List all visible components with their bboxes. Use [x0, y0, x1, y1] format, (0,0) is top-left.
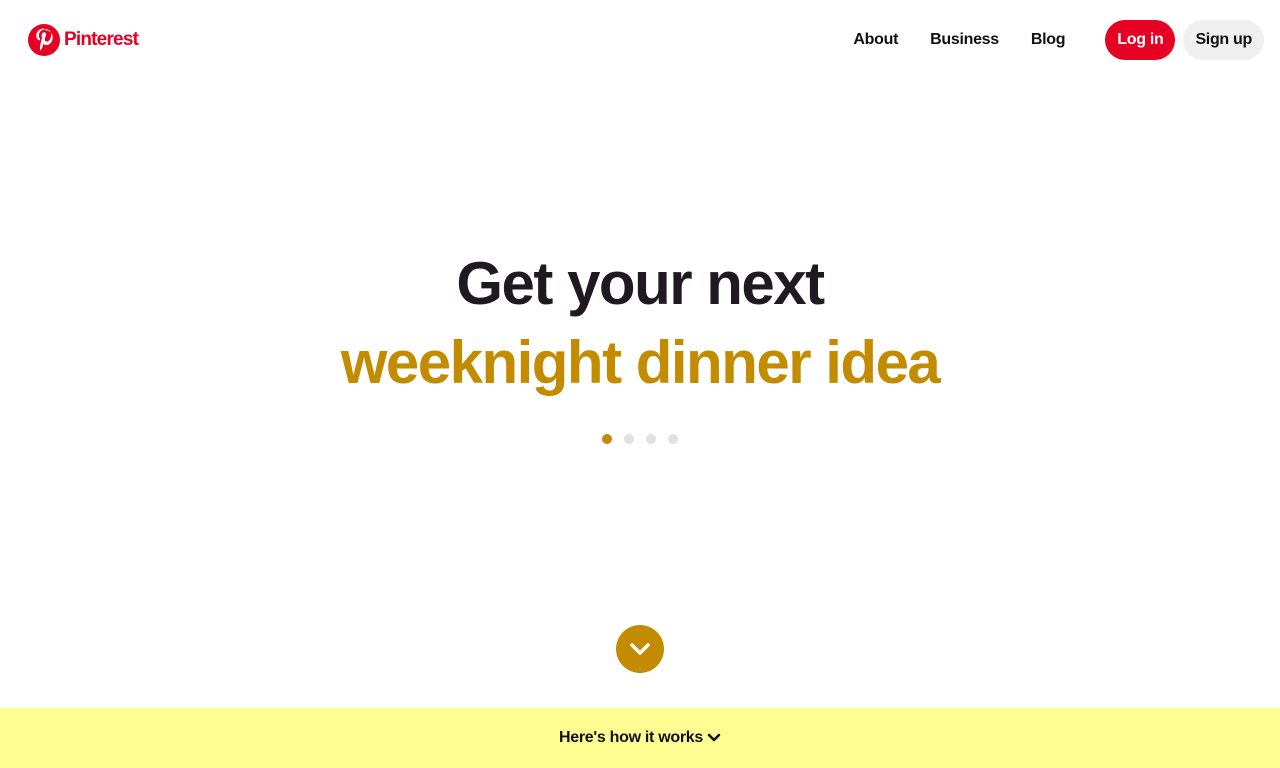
hero-heading: Get your next weeknight dinner idea: [0, 240, 1280, 398]
pinterest-logo-link[interactable]: Pinterest: [28, 24, 139, 56]
signup-button-label: Sign up: [1195, 31, 1252, 48]
chevron-down-icon: [707, 733, 721, 743]
how-it-works-label: Here's how it works: [559, 729, 703, 746]
nav-link-about[interactable]: About: [837, 31, 914, 49]
nav-link-blog[interactable]: Blog: [1015, 31, 1081, 49]
header: Pinterest About Business Blog Log in Sig…: [0, 0, 1280, 80]
top-nav: About Business Blog Log in Sign up: [837, 20, 1264, 60]
brand-name: Pinterest: [64, 29, 139, 50]
signup-button[interactable]: Sign up: [1183, 20, 1264, 60]
hero-line-1: Get your next: [456, 250, 825, 317]
carousel-dot-4[interactable]: [668, 434, 678, 444]
pinterest-logo-icon: [28, 24, 60, 56]
chevron-down-icon: [629, 642, 651, 656]
carousel-indicators: [0, 434, 1280, 444]
carousel-dot-1[interactable]: [602, 434, 612, 444]
login-button[interactable]: Log in: [1105, 20, 1176, 60]
login-button-label: Log in: [1117, 31, 1164, 48]
carousel-dot-3[interactable]: [646, 434, 656, 444]
scroll-down-button[interactable]: [616, 625, 664, 673]
carousel-dot-2[interactable]: [624, 434, 634, 444]
hero-line-2: weeknight dinner idea: [340, 329, 941, 396]
how-it-works-bar[interactable]: Here's how it works: [0, 708, 1280, 768]
nav-link-business[interactable]: Business: [914, 31, 1015, 49]
